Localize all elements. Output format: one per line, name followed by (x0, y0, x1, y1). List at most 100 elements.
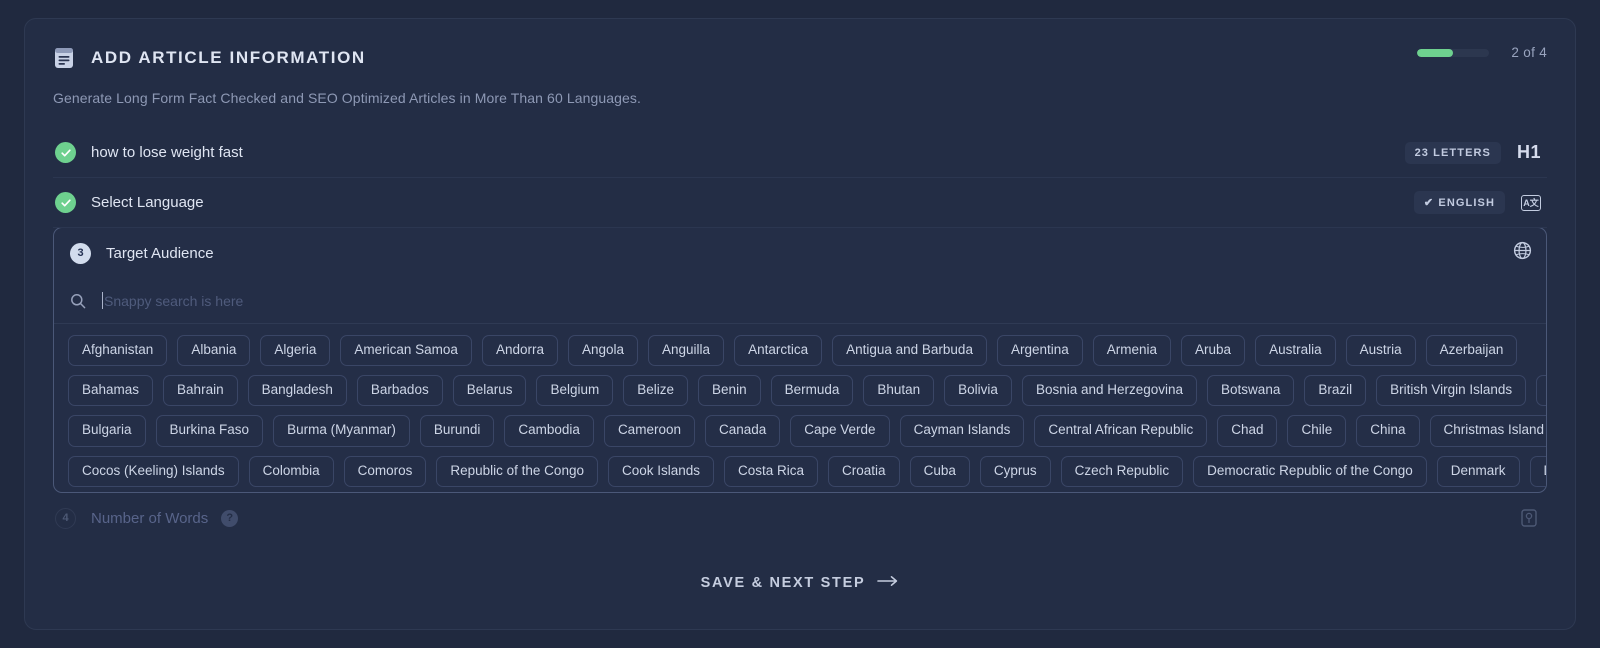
country-search-bar[interactable]: Snappy search is here (54, 278, 1546, 324)
letter-count-badge: 23 LETTERS (1405, 142, 1501, 164)
country-chip[interactable]: Cameroon (604, 415, 695, 446)
country-chip[interactable]: American Samoa (340, 335, 472, 366)
country-chip[interactable]: Australia (1255, 335, 1336, 366)
step-label-target-audience: Target Audience (106, 245, 214, 262)
country-chip[interactable]: Republic of the Congo (436, 456, 598, 487)
app-root: ADD ARTICLE INFORMATION 2 of 4 Generate … (0, 0, 1600, 648)
country-chip[interactable]: Antarctica (734, 335, 822, 366)
save-and-next-step-label: SAVE & NEXT STEP (701, 575, 866, 591)
progress-label: 2 of 4 (1511, 45, 1547, 60)
country-chip[interactable]: Aruba (1181, 335, 1245, 366)
step-right-keyword: 23 LETTERS H1 (1405, 142, 1541, 164)
country-chip-row: Bulgaria Burkina Faso Burma (Myanmar) Burun… (68, 415, 1532, 446)
country-chip[interactable]: Christmas Island (1430, 415, 1546, 446)
country-chip[interactable]: Azerbaijan (1426, 335, 1518, 366)
country-chip-row: Bahamas Bahrain Bangladesh Barbados Belarus B… (68, 375, 1532, 406)
country-chip-row: Afghanistan Albania Algeria American Samoa A… (68, 335, 1532, 366)
country-chip[interactable]: Argentina (997, 335, 1083, 366)
country-chip[interactable]: Brunei (1536, 375, 1546, 406)
step-row-number-of-words[interactable]: 4 Number of Words ? (53, 494, 1547, 542)
globe-icon[interactable] (1513, 241, 1532, 265)
country-chip[interactable]: Benin (698, 375, 761, 406)
country-chip[interactable]: Burma (Myanmar) (273, 415, 410, 446)
step-row-language[interactable]: Select Language ✔ ENGLISH A文 (53, 178, 1547, 228)
country-chip[interactable]: Belgium (536, 375, 613, 406)
country-chip[interactable]: British Virgin Islands (1376, 375, 1526, 406)
country-chip[interactable]: Afghanistan (68, 335, 167, 366)
country-chip[interactable]: Czech Republic (1061, 456, 1184, 487)
country-chip[interactable]: Cook Islands (608, 456, 714, 487)
country-chip[interactable]: Bermuda (771, 375, 854, 406)
step-number-badge: 3 (70, 243, 91, 264)
step-label-number-of-words: Number of Words (91, 510, 208, 527)
step-card-target-audience: 3 Target Audience (53, 227, 1547, 493)
country-chip[interactable]: Cayman Islands (900, 415, 1025, 446)
country-chip[interactable]: Cape Verde (790, 415, 889, 446)
country-chip[interactable]: Croatia (828, 456, 900, 487)
country-chip[interactable]: Algeria (260, 335, 330, 366)
country-chip[interactable]: Bahrain (163, 375, 238, 406)
step-label-keyword: how to lose weight fast (91, 144, 243, 161)
country-chip[interactable]: Canada (705, 415, 780, 446)
word-count-icon[interactable] (1521, 509, 1537, 527)
steps-list: how to lose weight fast 23 LETTERS H1 Se… (53, 128, 1547, 542)
country-chip[interactable]: Brazil (1304, 375, 1366, 406)
add-article-panel: ADD ARTICLE INFORMATION 2 of 4 Generate … (24, 18, 1576, 630)
save-and-next-step-button[interactable]: SAVE & NEXT STEP (701, 575, 900, 591)
country-chip[interactable]: Anguilla (648, 335, 724, 366)
country-chip[interactable]: Andorra (482, 335, 558, 366)
search-icon (70, 293, 86, 309)
country-chip[interactable]: Antigua and Barbuda (832, 335, 987, 366)
country-chip[interactable]: Cuba (910, 456, 970, 487)
country-chip[interactable]: Cyprus (980, 456, 1051, 487)
step-number-badge: 4 (55, 508, 76, 529)
country-chip[interactable]: Comoros (344, 456, 427, 487)
country-chip[interactable]: Armenia (1093, 335, 1171, 366)
country-chip[interactable]: Bolivia (944, 375, 1012, 406)
help-icon[interactable]: ? (221, 510, 238, 527)
country-chip[interactable]: Colombia (249, 456, 334, 487)
selected-language-badge: ✔ ENGLISH (1414, 191, 1505, 214)
country-chip[interactable]: Bosnia and Herzegovina (1022, 375, 1197, 406)
country-chip[interactable]: Democratic Republic of the Congo (1193, 456, 1427, 487)
progress-bar-fill (1417, 49, 1453, 57)
country-chip[interactable]: Bahamas (68, 375, 153, 406)
country-chip[interactable]: Burundi (420, 415, 495, 446)
country-chip[interactable]: Chile (1287, 415, 1346, 446)
country-chip[interactable]: Belize (623, 375, 688, 406)
country-chip[interactable]: China (1356, 415, 1419, 446)
heading-h1-icon[interactable]: H1 (1517, 142, 1541, 163)
search-input[interactable]: Snappy search is here (104, 293, 243, 309)
country-chip[interactable]: Bulgaria (68, 415, 146, 446)
country-chip[interactable]: Djibouti (1530, 456, 1546, 487)
step-complete-check-icon (55, 192, 76, 213)
step-label-language: Select Language (91, 194, 204, 211)
country-chip[interactable]: Cocos (Keeling) Islands (68, 456, 239, 487)
country-chip-row: Cocos (Keeling) Islands Colombia Comoros Re… (68, 456, 1532, 487)
country-chip[interactable]: Belarus (453, 375, 527, 406)
step-right-language: ✔ ENGLISH A文 (1414, 191, 1541, 214)
step-right-target-audience (1513, 241, 1532, 265)
country-chip[interactable]: Cambodia (504, 415, 594, 446)
step-row-keyword[interactable]: how to lose weight fast 23 LETTERS H1 (53, 128, 1547, 178)
country-chip[interactable]: Angola (568, 335, 638, 366)
translate-icon[interactable]: A文 (1521, 195, 1541, 211)
step-row-target-audience[interactable]: 3 Target Audience (54, 228, 1546, 278)
country-chip[interactable]: Chad (1217, 415, 1277, 446)
country-chip[interactable]: Central African Republic (1034, 415, 1207, 446)
country-chip[interactable]: Botswana (1207, 375, 1294, 406)
progress-area: 2 of 4 (1417, 45, 1547, 60)
country-chip[interactable]: Costa Rica (724, 456, 818, 487)
country-chip[interactable]: Albania (177, 335, 250, 366)
progress-bar (1417, 49, 1489, 57)
country-chip[interactable]: Bangladesh (248, 375, 347, 406)
country-chip[interactable]: Burkina Faso (156, 415, 264, 446)
country-chip[interactable]: Denmark (1437, 456, 1520, 487)
text-cursor (102, 292, 103, 309)
country-chip[interactable]: Barbados (357, 375, 443, 406)
country-chip-list[interactable]: Afghanistan Albania Algeria American Samoa A… (54, 324, 1546, 492)
country-chip[interactable]: Bhutan (863, 375, 934, 406)
step-complete-check-icon (55, 142, 76, 163)
page-title: ADD ARTICLE INFORMATION (91, 48, 366, 68)
country-chip[interactable]: Austria (1346, 335, 1416, 366)
